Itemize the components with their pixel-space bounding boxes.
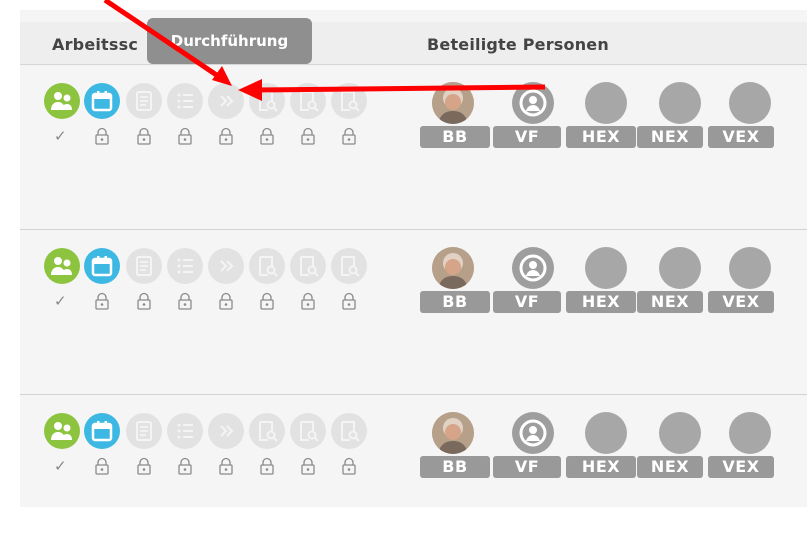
- lock-icon: [177, 292, 193, 310]
- document-search-icon[interactable]: [249, 413, 285, 449]
- avatar-placeholder[interactable]: [659, 82, 701, 124]
- avatar-placeholder[interactable]: [729, 412, 771, 454]
- user-icon[interactable]: [512, 82, 554, 124]
- person-badge-bb[interactable]: BB: [420, 456, 490, 478]
- table-row: ✓ BB VF HEX NEX VEX: [20, 395, 807, 560]
- forward-icon[interactable]: [208, 413, 244, 449]
- avatar-photo[interactable]: [432, 247, 474, 289]
- column-header-steps[interactable]: Arbeitssc: [52, 35, 138, 54]
- person-badge-vex[interactable]: VEX: [708, 126, 774, 148]
- document-search-icon[interactable]: [290, 83, 326, 119]
- check-icon: ✓: [54, 457, 67, 475]
- list-icon[interactable]: [167, 83, 203, 119]
- lock-icon: [341, 457, 357, 475]
- person-badge-vf[interactable]: VF: [493, 456, 561, 478]
- document-search-icon[interactable]: [331, 248, 367, 284]
- calendar-icon[interactable]: [84, 413, 120, 449]
- document-icon[interactable]: [126, 83, 162, 119]
- avatar-placeholder[interactable]: [729, 82, 771, 124]
- team-icon[interactable]: [44, 413, 80, 449]
- avatar-placeholder[interactable]: [659, 247, 701, 289]
- forward-icon[interactable]: [208, 248, 244, 284]
- avatar-placeholder[interactable]: [729, 247, 771, 289]
- document-search-icon[interactable]: [290, 248, 326, 284]
- person-badge-bb[interactable]: BB: [420, 291, 490, 313]
- list-icon[interactable]: [167, 413, 203, 449]
- lock-icon: [177, 457, 193, 475]
- team-icon[interactable]: [44, 248, 80, 284]
- table-header: [20, 22, 807, 65]
- user-icon[interactable]: [512, 247, 554, 289]
- person-badge-nex[interactable]: NEX: [637, 456, 703, 478]
- table-row: ✓ BB VF HEX NEX VEX: [20, 65, 807, 230]
- lock-icon: [300, 457, 316, 475]
- person-badge-vf[interactable]: VF: [493, 291, 561, 313]
- document-search-icon[interactable]: [290, 413, 326, 449]
- person-badge-hex[interactable]: HEX: [566, 291, 636, 313]
- lock-icon: [136, 127, 152, 145]
- calendar-icon[interactable]: [84, 83, 120, 119]
- list-icon[interactable]: [167, 248, 203, 284]
- lock-icon: [218, 457, 234, 475]
- avatar-photo[interactable]: [432, 82, 474, 124]
- team-icon[interactable]: [44, 83, 80, 119]
- document-icon[interactable]: [126, 248, 162, 284]
- avatar-photo[interactable]: [432, 412, 474, 454]
- person-badge-vex[interactable]: VEX: [708, 291, 774, 313]
- lock-icon: [341, 127, 357, 145]
- lock-icon: [259, 292, 275, 310]
- table-row: ✓ BB VF HEX NEX VEX: [20, 230, 807, 395]
- forward-icon[interactable]: [208, 83, 244, 119]
- lock-icon: [259, 127, 275, 145]
- lock-icon: [94, 457, 110, 475]
- lock-icon: [218, 292, 234, 310]
- calendar-icon[interactable]: [84, 248, 120, 284]
- person-badge-vex[interactable]: VEX: [708, 456, 774, 478]
- lock-icon: [218, 127, 234, 145]
- lock-icon: [94, 127, 110, 145]
- document-search-icon[interactable]: [331, 83, 367, 119]
- tooltip: Durchführung: [147, 18, 312, 64]
- document-icon[interactable]: [126, 413, 162, 449]
- person-badge-bb[interactable]: BB: [420, 126, 490, 148]
- avatar-placeholder[interactable]: [659, 412, 701, 454]
- lock-icon: [94, 292, 110, 310]
- user-icon[interactable]: [512, 412, 554, 454]
- person-badge-nex[interactable]: NEX: [637, 291, 703, 313]
- document-search-icon[interactable]: [249, 83, 285, 119]
- check-icon: ✓: [54, 292, 67, 310]
- lock-icon: [341, 292, 357, 310]
- lock-icon: [300, 292, 316, 310]
- lock-icon: [259, 457, 275, 475]
- avatar-placeholder[interactable]: [585, 247, 627, 289]
- check-icon: ✓: [54, 127, 67, 145]
- document-search-icon[interactable]: [331, 413, 367, 449]
- person-badge-hex[interactable]: HEX: [566, 126, 636, 148]
- lock-icon: [136, 292, 152, 310]
- document-search-icon[interactable]: [249, 248, 285, 284]
- avatar-placeholder[interactable]: [585, 82, 627, 124]
- person-badge-hex[interactable]: HEX: [566, 456, 636, 478]
- column-header-persons[interactable]: Beteiligte Personen: [427, 35, 609, 54]
- lock-icon: [136, 457, 152, 475]
- person-badge-vf[interactable]: VF: [493, 126, 561, 148]
- person-badge-nex[interactable]: NEX: [637, 126, 703, 148]
- lock-icon: [300, 127, 316, 145]
- avatar-placeholder[interactable]: [585, 412, 627, 454]
- lock-icon: [177, 127, 193, 145]
